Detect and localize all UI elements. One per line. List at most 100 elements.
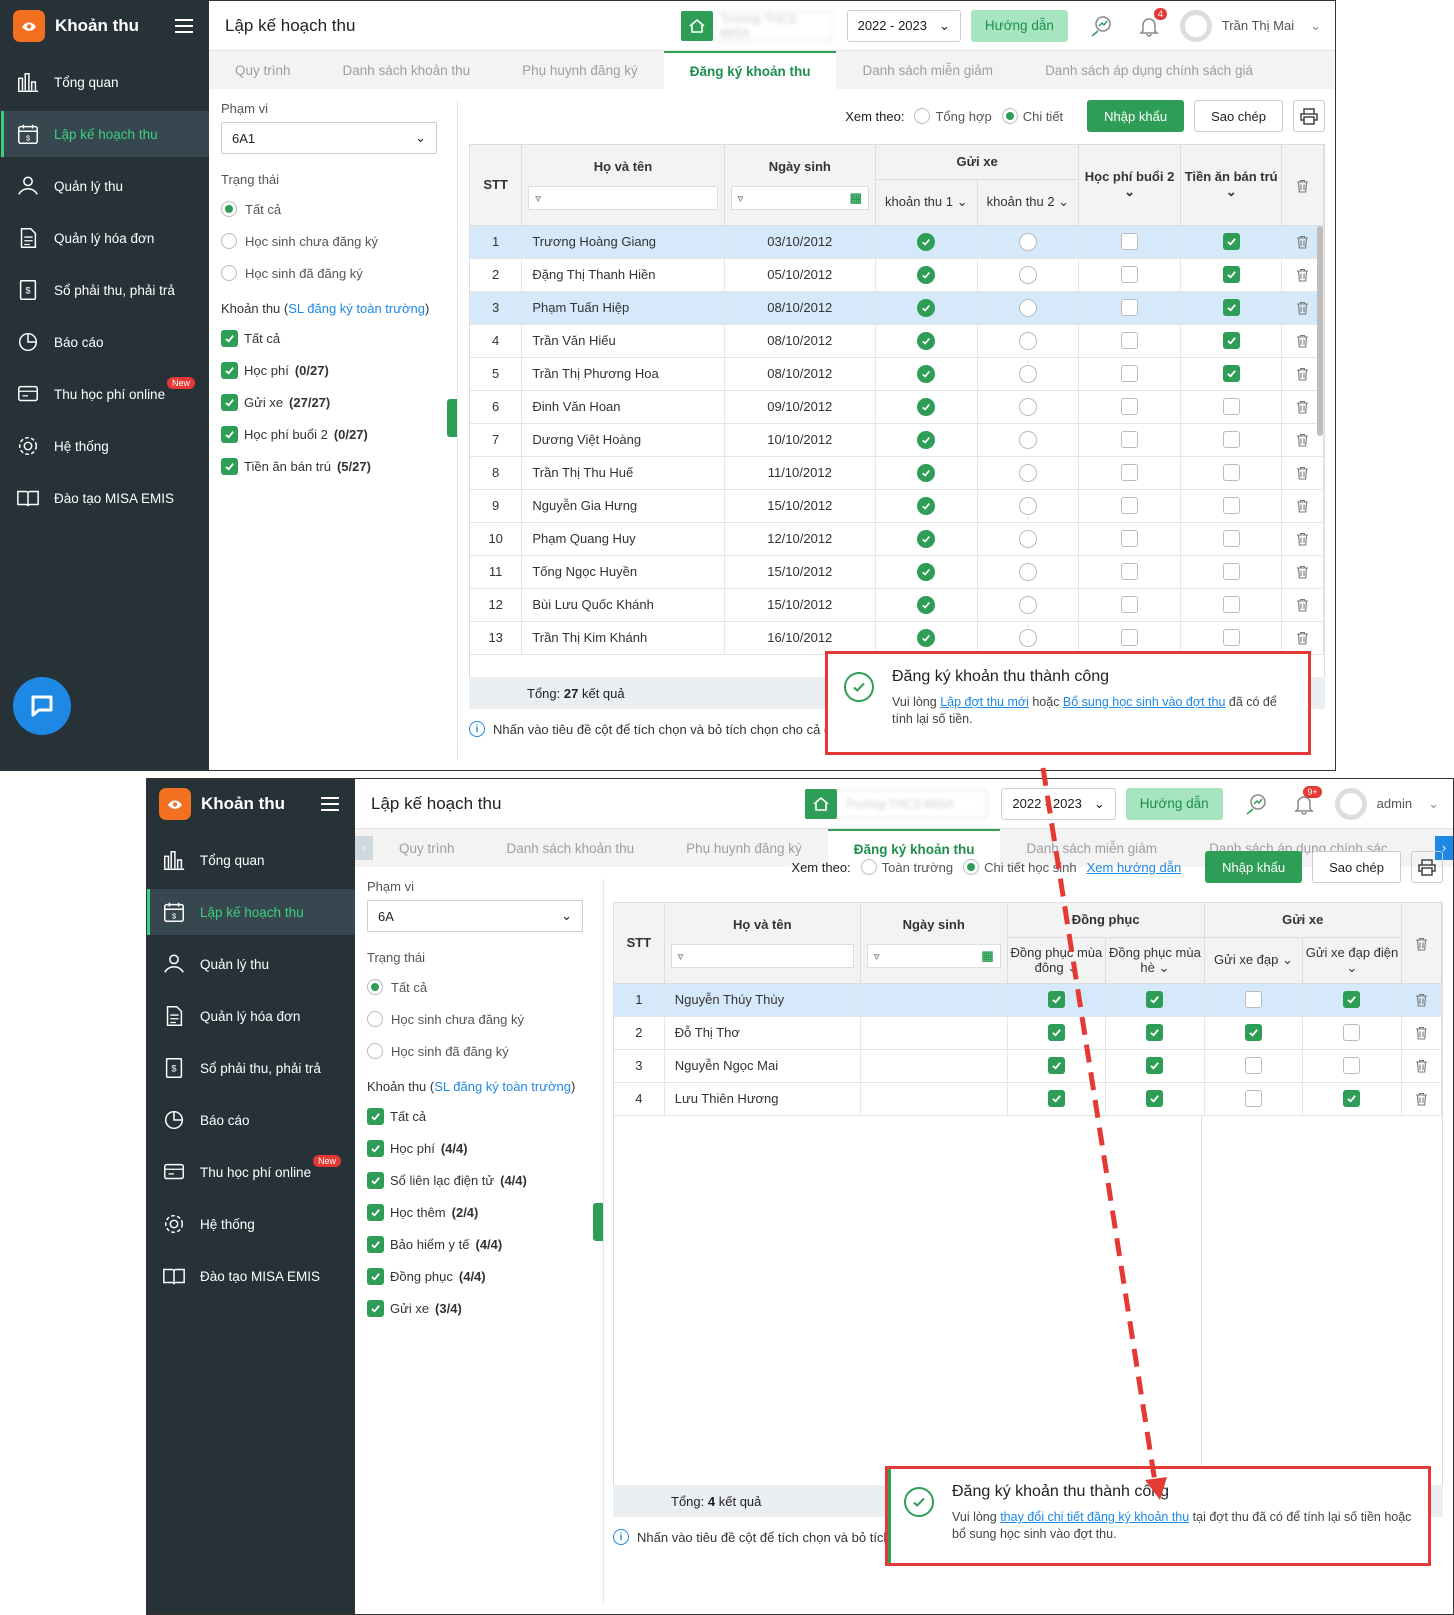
bell-icon[interactable]: 9+ [1289,785,1322,819]
row-fee-cell[interactable] [977,621,1080,655]
nav-overview[interactable]: Tổng quan [1,59,209,105]
analytics-icon[interactable] [1241,789,1271,819]
table-row[interactable]: 5 Trần Thị Phương Hoa 08/10/2012 [470,357,1324,391]
scope-select[interactable]: 6A1 ⌄ [221,122,437,154]
col-stt[interactable]: STT [614,903,665,984]
avatar[interactable] [1334,787,1367,820]
print-icon[interactable] [1411,851,1443,883]
checkbox-icon[interactable] [221,329,238,347]
row-fee-cell[interactable] [977,456,1080,490]
checkbox-icon[interactable] [1343,1024,1361,1042]
tab-scroll-left-icon[interactable]: ‹ [355,836,373,860]
status-option[interactable]: Học sinh chưa đăng ký [367,1003,583,1035]
table-row[interactable]: 2 Đặng Thị Thanh Hiền 05/10/2012 [470,258,1324,292]
nav-training[interactable]: Đào tạo MISA EMIS [147,1253,355,1299]
radio-icon[interactable] [917,232,936,251]
row-fee-cell[interactable] [1180,456,1283,490]
school-count-link[interactable]: SL đăng ký toàn trường [288,301,425,316]
checkbox-icon[interactable] [1222,464,1240,482]
fee-checkbox-item[interactable]: Bảo hiểm y tế (4/4) [367,1228,583,1260]
col-name[interactable]: Họ và tên ▿ [521,145,725,226]
toast-link-2[interactable]: Bổ sung học sinh vào đợt thu [1063,695,1225,709]
radio-icon[interactable] [917,529,936,548]
row-fee-cell[interactable] [1180,522,1283,556]
table-row[interactable]: 9 Nguyễn Gia Hưng 15/10/2012 [470,489,1324,523]
nav-invoice[interactable]: Quản lý hóa đơn [147,993,355,1039]
checkbox-icon[interactable] [1222,629,1240,647]
checkbox-icon[interactable] [1244,1090,1262,1108]
radio-icon[interactable] [1018,463,1037,482]
radio-icon[interactable] [917,265,936,284]
row-fee-cell[interactable] [1078,489,1181,523]
checkbox-icon[interactable] [1047,1090,1065,1108]
col-sub-2[interactable]: khoản thu 2 ⌄ [977,179,1080,226]
school-count-link[interactable]: SL đăng ký toàn trường [434,1079,571,1094]
radio-icon[interactable] [917,298,936,317]
col-stt[interactable]: STT [470,145,523,226]
nav-plan[interactable]: $ Lập kế hoạch thu [147,889,355,935]
nav-collection[interactable]: Quản lý thu [1,163,209,209]
row-fee-cell[interactable] [1302,983,1402,1017]
checkbox-icon[interactable] [1121,629,1139,647]
delete-row-icon[interactable] [1281,456,1324,490]
checkbox-icon[interactable] [1222,431,1240,449]
table-row[interactable]: 12 Bùi Lưu Quốc Khánh 15/10/2012 [470,588,1324,622]
radio-icon[interactable] [1018,397,1037,416]
radio-icon[interactable] [917,562,936,581]
row-fee-cell[interactable] [875,357,978,391]
checkbox-icon[interactable] [1244,1057,1262,1075]
row-fee-cell[interactable] [1180,621,1283,655]
row-fee-cell[interactable] [977,291,1080,325]
row-fee-cell[interactable] [1078,390,1181,424]
fee-checkbox-item[interactable]: Tiền ăn bán trú (5/27) [221,450,437,482]
row-fee-cell[interactable] [1204,983,1304,1017]
checkbox-icon[interactable] [1343,991,1361,1009]
fee-checkbox-item[interactable]: Học phí (0/27) [221,354,437,386]
tab-3[interactable]: Đăng ký khoản thu [663,51,837,89]
delete-row-icon[interactable] [1281,555,1324,589]
menu-icon[interactable] [321,797,339,811]
guide-button[interactable]: Hướng dẫn [1125,787,1223,820]
radio-icon[interactable] [1018,430,1037,449]
row-fee-cell[interactable] [875,258,978,292]
fee-checkbox-item[interactable]: Đồng phục (4/4) [367,1260,583,1292]
tab-1[interactable]: Danh sách khoản thu [317,51,497,89]
col-sub-4[interactable]: Gửi xe đạp điện ⌄ [1302,937,1402,984]
checkbox-icon[interactable] [1146,991,1164,1009]
checkbox-icon[interactable] [1244,1024,1262,1042]
radio-icon[interactable] [1018,331,1037,350]
scrollbar[interactable] [1317,226,1323,436]
row-fee-cell[interactable] [875,621,978,655]
checkbox-icon[interactable] [1121,596,1139,614]
checkbox-icon[interactable] [367,1267,384,1285]
view-option[interactable]: Chi tiết học sinh [963,851,1077,883]
checkbox-icon[interactable] [1047,991,1065,1009]
row-fee-cell[interactable] [1180,390,1283,424]
radio-icon[interactable] [221,265,237,281]
row-fee-cell[interactable] [1007,1016,1107,1050]
row-fee-cell[interactable] [1204,1082,1304,1116]
row-fee-cell[interactable] [977,555,1080,589]
row-fee-cell[interactable] [977,324,1080,358]
collapse-panel-icon[interactable] [447,399,457,437]
name-filter-input[interactable]: ▿ [670,944,854,968]
row-fee-cell[interactable] [1007,1049,1107,1083]
col-sub-3[interactable]: Học phí buổi 2 ⌄ [1078,145,1181,226]
status-option[interactable]: Tất cả [221,193,437,225]
table-row[interactable]: 6 Đinh Văn Hoan 09/10/2012 [470,390,1324,424]
toast-link-1[interactable]: Lập đợt thu mới [940,695,1029,709]
fee-checkbox-item[interactable]: Sổ liên lạc điện tử (4/4) [367,1164,583,1196]
row-fee-cell[interactable] [1180,324,1283,358]
collapse-panel-icon[interactable] [593,1203,603,1241]
checkbox-icon[interactable] [1146,1090,1164,1108]
scope-select[interactable]: 6A ⌄ [367,900,583,932]
view-guide-link[interactable]: Xem hướng dẫn [1087,860,1182,875]
col-sub-4[interactable]: Tiền ăn bán trú ⌄ [1180,145,1283,226]
checkbox-icon[interactable] [221,361,238,379]
table-row[interactable]: 11 Tống Ngọc Huyền 15/10/2012 [470,555,1324,589]
table-row[interactable]: 3 Phạm Tuấn Hiệp 08/10/2012 [470,291,1324,325]
checkbox-icon[interactable] [1047,1057,1065,1075]
checkbox-icon[interactable] [221,457,238,475]
row-fee-cell[interactable] [977,225,1080,259]
row-fee-cell[interactable] [1180,258,1283,292]
